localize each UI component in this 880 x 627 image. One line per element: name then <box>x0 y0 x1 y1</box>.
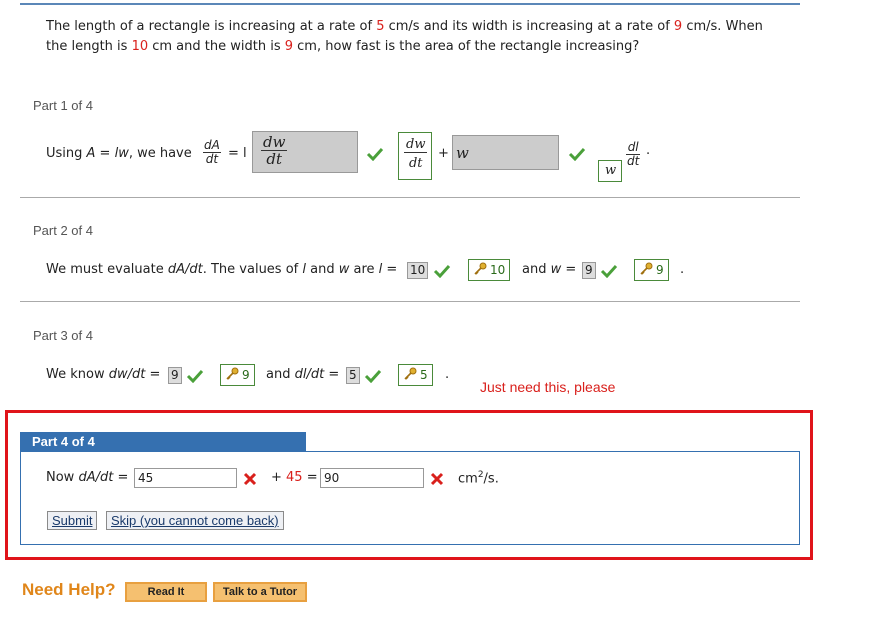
key-icon <box>474 262 487 275</box>
part2-w-input[interactable]: 9 <box>582 262 596 279</box>
key-icon <box>226 367 239 380</box>
part2-l-answer: 10 <box>468 259 511 281</box>
part1-title: Part 1 of 4 <box>33 98 93 113</box>
x-icon <box>243 472 257 486</box>
part3-text: We know dw/dt = <box>46 367 161 382</box>
part2-text: We must evaluate dA/dt. The values of l … <box>46 262 398 277</box>
submit-button[interactable]: Submit <box>47 511 98 530</box>
part1-text: Using A = lw, we have <box>46 146 192 161</box>
part3-title: Part 3 of 4 <box>33 328 93 343</box>
part3-period: . <box>445 367 450 382</box>
part1-dadt-fraction: dA dt <box>203 138 221 166</box>
part2-w-answer: 9 <box>634 259 669 281</box>
check-icon <box>568 147 586 161</box>
check-icon <box>366 147 384 161</box>
part2-title: Part 2 of 4 <box>33 223 93 238</box>
part3-dwdt-answer: 9 <box>220 364 255 386</box>
part4-unit: cm2/s. <box>458 470 499 487</box>
check-icon <box>364 369 382 383</box>
annotation-note: Just need this, please <box>480 379 616 395</box>
part1-dldt-fraction: dl dt <box>626 140 641 168</box>
part1-correct-w: w <box>598 160 622 182</box>
talk-to-tutor-button[interactable]: Talk to a Tutor <box>213 582 307 602</box>
part1-input-dwdt[interactable]: dw dt <box>252 131 358 173</box>
check-icon <box>600 264 618 278</box>
part1-plus: + <box>438 146 449 161</box>
top-divider <box>20 0 800 5</box>
skip-button[interactable]: Skip (you cannot come back) <box>106 511 284 530</box>
part1-period: . <box>646 143 651 158</box>
problem-statement: The length of a rectangle is increasing … <box>46 19 763 54</box>
check-icon <box>433 264 451 278</box>
part1-correct-dwdt: dw dt <box>398 132 432 180</box>
part3-and-dldt: and dl/dt = <box>266 367 340 382</box>
divider <box>20 301 800 302</box>
part1-eq-l: = l <box>228 146 247 161</box>
key-icon <box>640 262 653 275</box>
part2-period: . <box>680 262 685 277</box>
part4-plus: + 45 = <box>271 470 318 485</box>
part3-dldt-input[interactable]: 5 <box>346 367 360 384</box>
part4-text: Now dA/dt = <box>46 470 129 485</box>
read-it-button[interactable]: Read It <box>125 582 207 602</box>
part1-input-w[interactable]: w <box>452 135 559 170</box>
key-icon <box>404 367 417 380</box>
divider <box>20 197 800 198</box>
part3-dwdt-input[interactable]: 9 <box>168 367 182 384</box>
part4-panel <box>20 451 800 545</box>
x-icon <box>430 472 444 486</box>
part2-l-input[interactable]: 10 <box>407 262 429 279</box>
part2-and-w: and w = <box>522 262 577 277</box>
part3-dldt-answer: 5 <box>398 364 433 386</box>
part4-input-1[interactable]: 45 <box>134 468 237 488</box>
part4-input-2[interactable]: 90 <box>320 468 424 488</box>
check-icon <box>186 369 204 383</box>
need-help-label: Need Help? <box>22 580 116 599</box>
part4-title: Part 4 of 4 <box>20 432 306 451</box>
